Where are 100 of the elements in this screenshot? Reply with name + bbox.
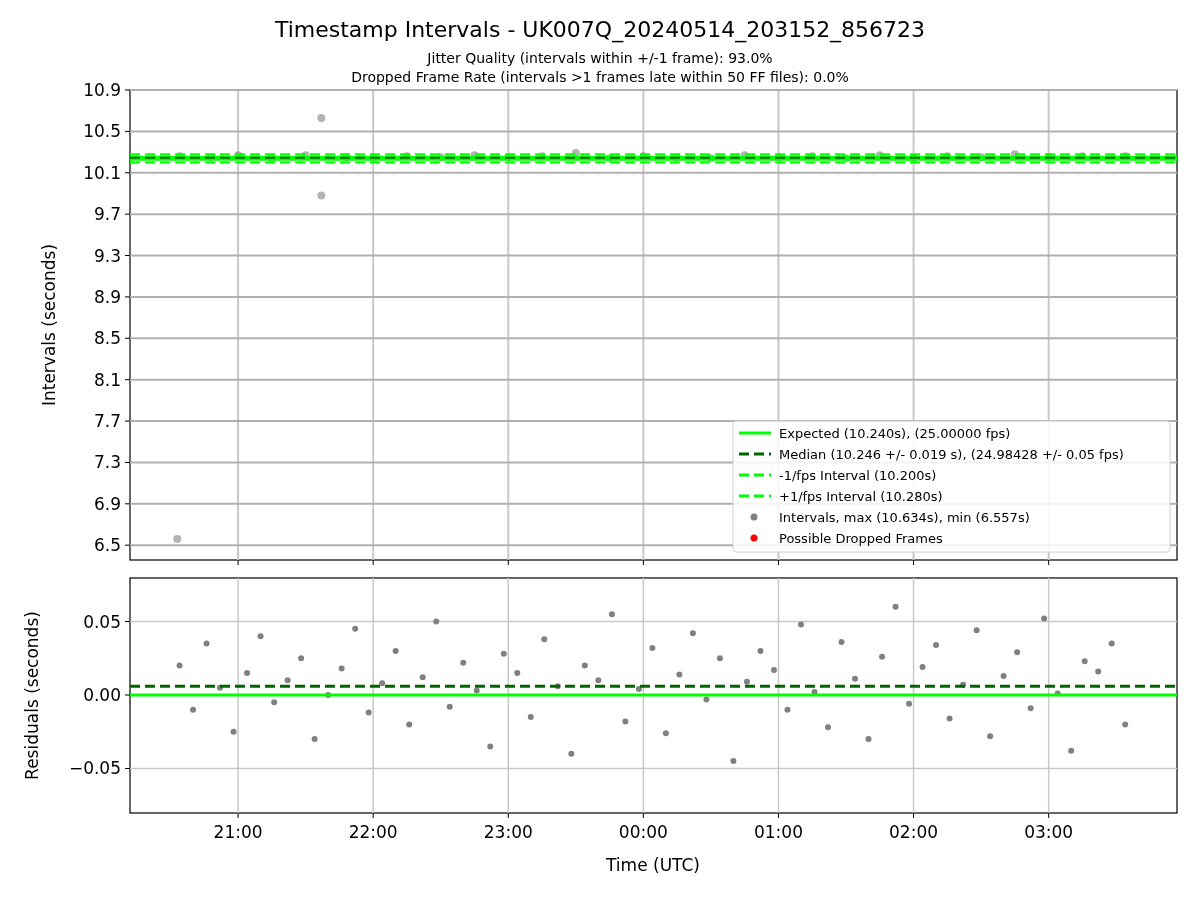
data-point xyxy=(743,678,750,685)
y-tick-label: 0.05 xyxy=(83,611,121,632)
data-point xyxy=(514,669,521,676)
data-point xyxy=(1014,649,1021,656)
y-tick-label: −0.05 xyxy=(68,758,121,779)
y-tick-label: 8.9 xyxy=(93,286,121,307)
data-point xyxy=(190,706,197,713)
data-point xyxy=(446,703,453,710)
data-point xyxy=(1081,658,1088,665)
data-point xyxy=(770,667,777,673)
x-axis-title: Time (UTC) xyxy=(606,855,700,875)
data-point xyxy=(608,611,615,618)
data-point xyxy=(379,680,386,687)
data-point xyxy=(757,647,764,654)
data-point xyxy=(217,684,224,691)
data-point xyxy=(919,664,926,671)
legend-label: Possible Dropped Frames xyxy=(779,531,943,546)
y-tick-label: 10.9 xyxy=(83,80,121,100)
data-point xyxy=(284,677,291,684)
legend-label: Intervals, max (10.634s), min (6.557s) xyxy=(779,510,1030,525)
data-point xyxy=(865,736,872,743)
data-point xyxy=(433,618,440,625)
data-point xyxy=(1027,705,1034,712)
data-point xyxy=(798,621,804,628)
data-point xyxy=(662,730,669,737)
data-point xyxy=(689,630,696,637)
data-point xyxy=(1068,747,1075,754)
y-tick-label: 10.1 xyxy=(83,162,121,183)
data-point xyxy=(1041,615,1048,622)
data-point xyxy=(706,154,715,163)
data-point xyxy=(338,665,345,672)
data-point xyxy=(325,692,332,698)
data-point xyxy=(838,639,845,646)
data-point xyxy=(203,640,210,647)
y-tick-label: 10.5 xyxy=(83,121,121,142)
y-tick-label: 9.3 xyxy=(93,245,121,266)
data-point xyxy=(527,714,534,721)
data-point xyxy=(703,696,710,703)
data-point xyxy=(568,750,575,757)
data-point xyxy=(311,736,318,743)
data-point xyxy=(879,653,886,660)
data-point xyxy=(635,686,642,693)
figure-title: Timestamp Intervals - UK007Q_20240514_203152_856723 xyxy=(274,17,926,42)
legend-label: Median (10.246 +/- 0.019 s), (24.98428 +/- 0.05 fps) xyxy=(779,447,1124,462)
data-point xyxy=(554,683,561,690)
y-axis-title: Residuals (seconds) xyxy=(22,611,42,780)
y-tick-label: 6.5 xyxy=(93,535,121,556)
legend-label: -1/fps Interval (10.200s) xyxy=(779,468,937,483)
y-tick-label: 7.3 xyxy=(93,452,121,473)
data-point xyxy=(784,706,791,713)
data-point xyxy=(460,659,467,666)
figure-subtitle: Jitter Quality (intervals within +/-1 frame): 93.0% xyxy=(427,50,773,66)
data-point xyxy=(649,644,656,651)
data-point xyxy=(271,699,278,706)
data-point xyxy=(317,191,326,200)
data-point xyxy=(352,625,359,632)
data-point xyxy=(842,154,850,163)
y-axis-title: Intervals (seconds) xyxy=(39,243,59,407)
x-tick-label: 03:00 xyxy=(1024,822,1074,842)
data-point xyxy=(1108,640,1115,647)
data-point xyxy=(906,700,913,707)
data-point xyxy=(317,113,326,122)
data-point xyxy=(1000,672,1007,679)
data-point xyxy=(365,709,372,716)
x-tick-label: 01:00 xyxy=(753,822,803,842)
legend-label: +1/fps Interval (10.280s) xyxy=(779,489,943,504)
data-point xyxy=(173,535,182,543)
data-point xyxy=(933,642,940,648)
data-point xyxy=(825,724,831,731)
data-point xyxy=(541,636,548,643)
data-point xyxy=(1122,721,1129,728)
y-tick-label: 0.00 xyxy=(83,685,121,705)
data-point xyxy=(257,633,264,640)
data-point xyxy=(571,149,580,158)
x-tick-label: 00:00 xyxy=(618,822,668,842)
data-point xyxy=(987,733,994,740)
x-tick-label: 02:00 xyxy=(889,822,939,842)
y-tick-label: 6.9 xyxy=(93,493,121,514)
y-tick-label: 8.1 xyxy=(93,369,121,390)
data-point xyxy=(298,655,305,662)
y-tick-label: 8.5 xyxy=(93,328,121,349)
data-point xyxy=(595,677,602,684)
data-point xyxy=(811,689,818,696)
data-point xyxy=(973,627,980,634)
y-tick-label: 9.7 xyxy=(93,204,121,225)
data-point xyxy=(176,662,183,669)
data-point xyxy=(892,603,899,610)
data-point xyxy=(946,715,953,722)
y-tick-label: 7.7 xyxy=(93,411,121,432)
x-tick-label: 23:00 xyxy=(483,822,533,842)
data-point xyxy=(1095,668,1102,675)
legend-label: Expected (10.240s), (25.00000 fps) xyxy=(779,426,1011,441)
data-point xyxy=(230,728,237,735)
data-point xyxy=(676,671,683,678)
data-point xyxy=(419,674,426,681)
x-tick-label: 21:00 xyxy=(213,822,263,842)
data-point xyxy=(1010,150,1019,159)
data-point xyxy=(622,718,629,725)
data-point xyxy=(244,669,251,676)
x-tick-label: 22:00 xyxy=(348,822,398,842)
